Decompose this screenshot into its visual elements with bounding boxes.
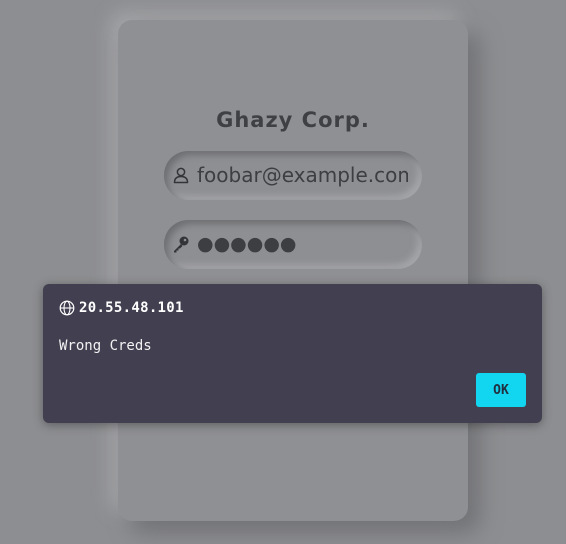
password-value: ●●●●●● [197,233,297,255]
alert-message: Wrong Creds [59,338,152,354]
key-icon [172,235,190,253]
alert-dialog: 20.55.48.101 Wrong Creds OK [43,284,542,423]
email-value: foobar@example.com [197,163,408,187]
alert-host: 20.55.48.101 [79,300,184,316]
globe-icon [59,300,75,316]
email-field[interactable]: foobar@example.com [164,151,422,200]
password-field[interactable]: ●●●●●● [164,220,422,269]
alert-header: 20.55.48.101 [59,300,184,316]
user-icon [172,166,190,184]
ok-button[interactable]: OK [476,373,526,407]
login-card: Ghazy Corp. foobar@example.com ●●●●●● [118,20,468,521]
page-title: Ghazy Corp. [216,108,370,132]
